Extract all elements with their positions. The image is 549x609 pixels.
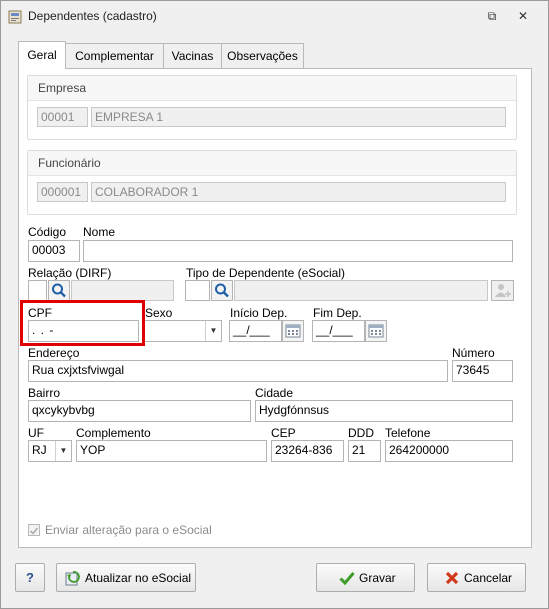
funcionario-name-field: COLABORADOR 1 [91, 182, 506, 202]
title-bar: Dependentes (cadastro) ⧉ ✕ [1, 1, 548, 31]
tab-geral[interactable]: Geral [18, 41, 66, 69]
esocial-checkbox [28, 524, 40, 536]
funcionario-code-field: 000001 [37, 182, 88, 202]
fim-dep-label: Fim Dep. [313, 306, 362, 320]
app-icon [8, 10, 22, 24]
cidade-input[interactable]: Hydgfónnsus [255, 400, 513, 422]
gravar-label: Gravar [359, 571, 396, 585]
inicio-dep-calendar-button[interactable] [282, 320, 304, 342]
codigo-label: Código [28, 225, 67, 239]
calendar-icon [285, 324, 301, 338]
endereco-label: Endereço [28, 346, 80, 360]
relacao-search-button[interactable] [48, 280, 70, 301]
endereco-input[interactable]: Rua cxjxtsfviwgal [28, 360, 448, 382]
help-button[interactable]: ? [15, 563, 45, 592]
empresa-group: Empresa 00001 EMPRESA 1 [27, 75, 517, 140]
calendar-icon [368, 324, 384, 338]
close-icon[interactable]: ✕ [514, 7, 532, 25]
nome-input[interactable] [83, 240, 513, 262]
restore-icon[interactable]: ⧉ [483, 7, 501, 25]
empresa-group-title: Empresa [38, 81, 87, 95]
search-icon [215, 283, 229, 298]
ddd-input[interactable]: 21 [348, 440, 381, 462]
tipo-dependente-description-field [234, 280, 488, 301]
bairro-label: Bairro [28, 386, 61, 400]
telefone-input[interactable]: 264200000 [385, 440, 513, 462]
cpf-input[interactable]: . . - [28, 320, 139, 342]
uf-value: RJ [32, 443, 47, 457]
tab-panel-geral: Empresa 00001 EMPRESA 1 Funcionário 0000… [18, 68, 532, 548]
add-user-button [491, 280, 514, 301]
bairro-input[interactable]: qxcykybvbg [28, 400, 251, 422]
sexo-select[interactable]: ▼ [143, 320, 222, 342]
fim-dep-input[interactable]: __/___ [312, 320, 365, 342]
nome-label: Nome [83, 225, 116, 239]
funcionario-group-header: Funcionário [28, 151, 516, 176]
relacao-label: Relação (DIRF) [28, 266, 112, 280]
cep-label: CEP [271, 426, 296, 440]
cancelar-label: Cancelar [464, 571, 513, 585]
uf-label: UF [28, 426, 44, 440]
empresa-group-header: Empresa [28, 76, 516, 101]
inicio-dep-input[interactable]: __/___ [229, 320, 282, 342]
cep-input[interactable]: 23264-836 [271, 440, 344, 462]
add-user-icon [495, 284, 511, 297]
uf-select[interactable]: RJ ▼ [28, 440, 72, 462]
search-icon [52, 283, 66, 298]
esocial-checkbox-label: Enviar alteração para o eSocial [45, 523, 212, 537]
cancel-icon [445, 571, 459, 585]
cancelar-button[interactable]: Cancelar [427, 563, 526, 592]
chevron-down-icon: ▼ [55, 441, 71, 461]
check-icon [339, 572, 355, 585]
funcionario-group: Funcionário 000001 COLABORADOR 1 [27, 150, 517, 215]
empresa-name-field: EMPRESA 1 [91, 107, 506, 127]
funcionario-group-title: Funcionário [38, 156, 101, 170]
cpf-label: CPF [28, 306, 52, 320]
tab-observacoes[interactable]: Observações [221, 43, 304, 68]
dependentes-window: Dependentes (cadastro) ⧉ ✕ Geral Complem… [0, 0, 549, 609]
tipo-dependente-code-input[interactable] [185, 280, 210, 301]
refresh-icon [65, 571, 80, 586]
sexo-label: Sexo [145, 306, 173, 320]
complemento-input[interactable]: YOP [76, 440, 267, 462]
tipo-dependente-search-button[interactable] [211, 280, 233, 301]
cidade-label: Cidade [255, 386, 294, 400]
atualizar-esocial-button[interactable]: Atualizar no eSocial [56, 563, 196, 592]
empresa-code-field: 00001 [37, 107, 88, 127]
relacao-code-input[interactable] [28, 280, 47, 301]
window-title: Dependentes (cadastro) [28, 9, 157, 23]
gravar-button[interactable]: Gravar [316, 563, 415, 592]
inicio-dep-label: Início Dep. [230, 306, 288, 320]
atualizar-esocial-label: Atualizar no eSocial [85, 571, 192, 585]
checkmark-icon [29, 527, 39, 535]
fim-dep-calendar-button[interactable] [365, 320, 387, 342]
codigo-input[interactable]: 00003 [28, 240, 80, 262]
complemento-label: Complemento [76, 426, 151, 440]
telefone-label: Telefone [385, 426, 431, 440]
ddd-label: DDD [348, 426, 374, 440]
chevron-down-icon: ▼ [205, 321, 221, 341]
tab-vacinas[interactable]: Vacinas [163, 43, 222, 68]
tipo-dependente-label: Tipo de Dependente (eSocial) [186, 266, 345, 280]
help-icon: ? [26, 570, 34, 585]
tab-complementar[interactable]: Complementar [65, 43, 164, 68]
numero-input[interactable]: 73645 [452, 360, 513, 382]
relacao-description-field [71, 280, 174, 301]
numero-label: Número [452, 346, 495, 360]
